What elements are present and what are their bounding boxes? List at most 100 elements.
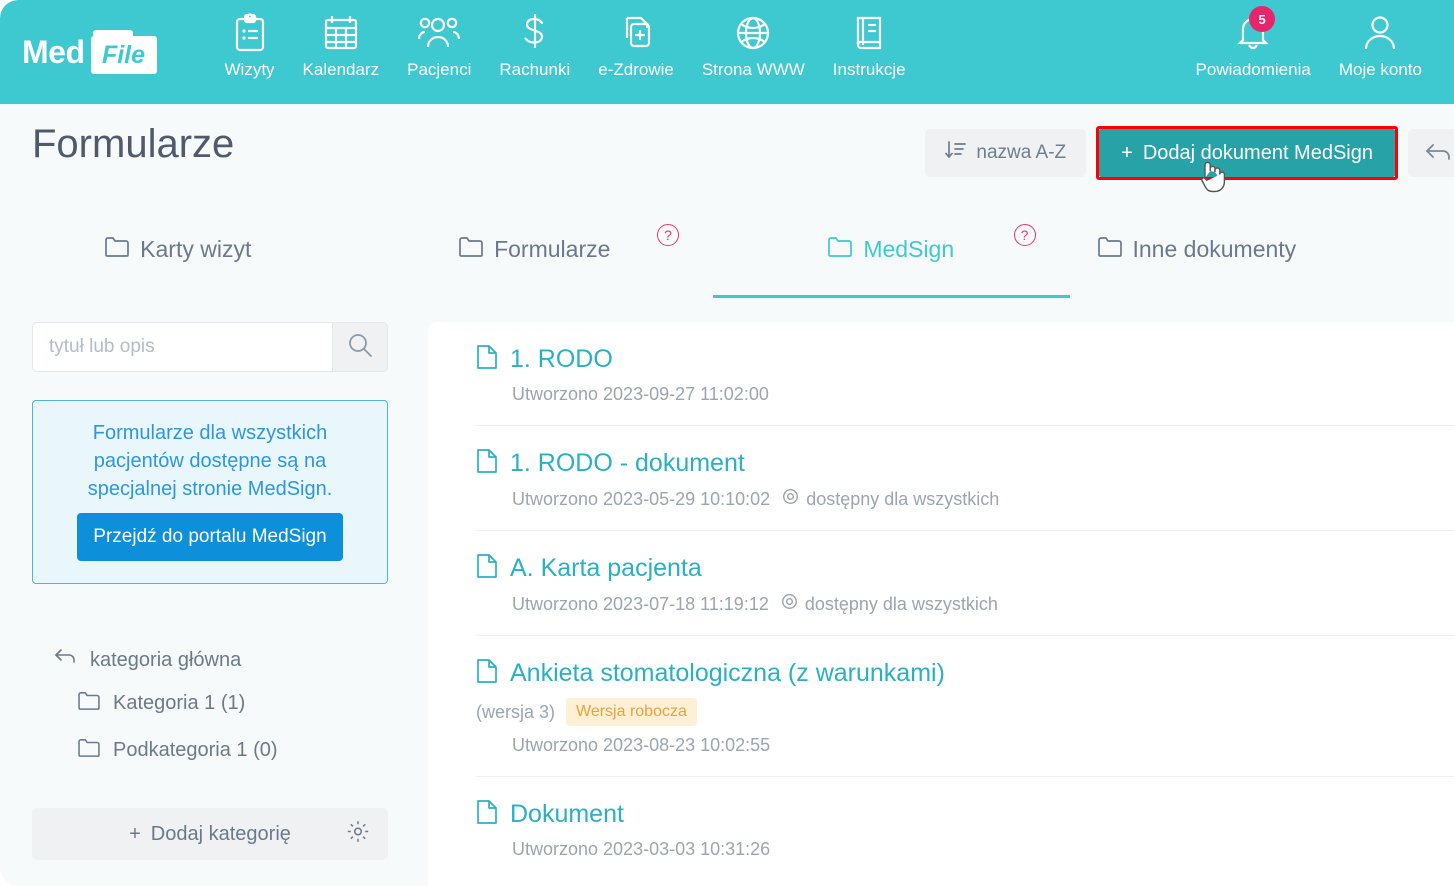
globe-icon (734, 12, 772, 54)
document-created: Utworzono 2023-09-27 11:02:00 (512, 384, 769, 404)
bell-icon: 5 (1234, 6, 1276, 54)
add-medsign-document-button[interactable]: + Dodaj dokument MedSign (1099, 129, 1395, 177)
brand-logo[interactable]: Med File (22, 22, 157, 82)
tab-label-formularze: Formularze (494, 235, 611, 262)
brand-med-text: Med (22, 33, 85, 70)
nav-item-rachunki[interactable]: Rachunki (485, 12, 584, 80)
document-created: Utworzono 2023-05-29 10:10:02 (512, 488, 771, 509)
medsign-info-text: Formularze dla wszystkich pacjentów dost… (87, 422, 333, 500)
goto-medsign-portal-button[interactable]: Przejdź do portalu MedSign (77, 513, 343, 561)
eye-icon (781, 593, 798, 615)
document-row[interactable]: 1. RODO Utworzono 2023-09-27 11:02:00 (476, 322, 1454, 426)
document-list: 1. RODO Utworzono 2023-09-27 11:02:00 1.… (428, 322, 1454, 886)
back-arrow-icon (1425, 141, 1451, 166)
nav-label-moje-konto: Moje konto (1338, 60, 1422, 79)
document-row[interactable]: A. Karta pacjenta Utworzono 2023-07-18 1… (476, 531, 1454, 636)
help-icon[interactable]: ? (657, 224, 679, 246)
folder-icon (78, 738, 100, 763)
brand-file-badge: File (90, 30, 157, 74)
top-nav-right: 5 Powiadomienia Moje konto (1182, 6, 1436, 80)
ehealth-icon (617, 12, 655, 54)
document-availability-label: dostępny dla wszystkich (804, 593, 998, 614)
page-title: Formularze (32, 122, 235, 166)
document-row[interactable]: 1. RODO - dokument Utworzono 2023-05-29 … (476, 426, 1454, 531)
document-subline: Utworzono 2023-07-18 11:19:12 dostępny d… (476, 593, 1454, 615)
category-item-kategoria-1[interactable]: Kategoria 1 (1) (32, 680, 388, 727)
sort-button[interactable]: nazwa A-Z (925, 129, 1087, 177)
nav-item-instrukcje[interactable]: Instrukcje (819, 12, 920, 80)
clipboard-icon (233, 12, 267, 54)
nav-item-kalendarz[interactable]: Kalendarz (289, 12, 394, 80)
nav-label-pacjenci: Pacjenci (407, 60, 472, 79)
document-title[interactable]: Ankieta stomatologiczna (z warunkami) (510, 659, 945, 688)
nav-item-wizyty[interactable]: Wizyty (211, 12, 289, 80)
document-created: Utworzono 2023-03-03 10:31:26 (512, 839, 771, 859)
document-created: Utworzono 2023-08-23 10:02:55 (512, 735, 771, 755)
nav-label-powiadomienia: Powiadomienia (1195, 60, 1311, 79)
user-icon (1362, 12, 1398, 54)
document-version: (wersja 3) (476, 701, 556, 722)
nav-label-instrukcje: Instrukcje (832, 60, 906, 79)
sidebar: Formularze dla wszystkich pacjentów dost… (32, 322, 388, 860)
nav-item-moje-konto[interactable]: Moje konto (1325, 12, 1436, 80)
nav-label-rachunki: Rachunki (499, 60, 571, 79)
document-title[interactable]: 1. RODO - dokument (510, 449, 745, 478)
nav-item-pacjenci[interactable]: Pacjenci (393, 12, 485, 80)
gear-icon[interactable] (346, 820, 370, 849)
header-actions: nazwa A-Z + Dodaj dokument MedSign (925, 126, 1454, 180)
tab-label-karty-wizyt: Karty wizyt (140, 235, 252, 262)
brand-file-text: File (101, 40, 146, 69)
document-row[interactable]: Ankieta stomatologiczna (z warunkami) (w… (476, 636, 1454, 777)
document-availability: dostępny dla wszystkich (782, 488, 999, 510)
nav-item-ezdrowie[interactable]: e-Zdrowie (584, 12, 688, 80)
search-input[interactable] (32, 322, 332, 372)
category-item-podkategoria-1[interactable]: Podkategoria 1 (0) (32, 727, 388, 774)
notification-badge: 5 (1249, 6, 1276, 32)
sort-label: nazwa A-Z (976, 142, 1067, 163)
file-icon (476, 553, 498, 584)
tab-inne-dokumenty[interactable]: Inne dokumenty (1070, 200, 1454, 298)
search-icon (347, 332, 373, 363)
back-arrow-icon (54, 648, 76, 672)
nav-item-strona-www[interactable]: Strona WWW (688, 12, 819, 80)
document-type-tabs: Karty wizyt Formularze ? MedSign ? Inne … (0, 200, 1454, 298)
category-list: kategoria główna Kategoria 1 (1) Podkate… (32, 640, 388, 860)
document-title[interactable]: A. Karta pacjenta (510, 554, 702, 583)
add-category-label: Dodaj kategorię (150, 822, 291, 845)
document-title[interactable]: 1. RODO (510, 345, 613, 374)
add-category-button[interactable]: + Dodaj kategorię (32, 808, 388, 860)
category-root-item[interactable]: kategoria główna (32, 640, 388, 680)
file-icon (476, 448, 498, 479)
file-icon (476, 799, 498, 830)
back-button[interactable] (1408, 129, 1454, 177)
plus-icon: + (129, 822, 141, 845)
document-title[interactable]: Dokument (510, 800, 624, 829)
medsign-info-card: Formularze dla wszystkich pacjentów dost… (32, 400, 388, 584)
category-item-label: Kategoria 1 (1) (113, 692, 246, 714)
dollar-icon (520, 12, 550, 54)
plus-icon: + (1121, 141, 1133, 164)
folder-icon (828, 236, 853, 263)
top-navigation-bar: Med File Wizyty Kalendarz Pacjenci Rachu… (0, 0, 1454, 104)
category-item-label: Podkategoria 1 (0) (113, 739, 278, 761)
nav-label-kalendarz: Kalendarz (302, 60, 380, 79)
top-nav-items: Wizyty Kalendarz Pacjenci Rachunki e-Zdr… (211, 12, 920, 92)
search-row (32, 322, 388, 372)
help-icon[interactable]: ? (1013, 224, 1036, 246)
nav-item-powiadomienia[interactable]: 5 Powiadomienia (1182, 6, 1325, 80)
tab-medsign[interactable]: MedSign ? (713, 200, 1070, 298)
nav-label-wizyty: Wizyty (224, 60, 275, 79)
document-created: Utworzono 2023-07-18 11:19:12 (512, 593, 769, 614)
document-subline: Utworzono 2023-09-27 11:02:00 (476, 384, 1454, 405)
search-button[interactable] (332, 322, 388, 372)
nav-label-strona-www: Strona WWW (701, 60, 805, 79)
document-row[interactable]: Dokument Utworzono 2023-03-03 10:31:26 (476, 777, 1454, 880)
folder-icon (1097, 236, 1122, 263)
document-title-line: 1. RODO - dokument (476, 448, 1454, 479)
calendar-icon (323, 12, 359, 54)
document-title-line: Dokument (476, 799, 1454, 830)
tab-formularze[interactable]: Formularze ? (357, 200, 714, 298)
document-version-line: (wersja 3) Wersja robocza (476, 698, 1454, 726)
tab-karty-wizyt[interactable]: Karty wizyt (0, 200, 357, 298)
folder-icon (105, 236, 130, 263)
